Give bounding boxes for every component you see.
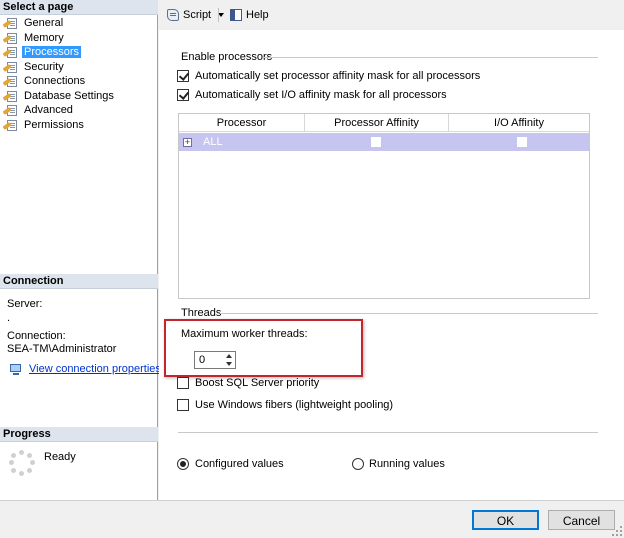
page-wrench-icon — [2, 90, 19, 103]
nav-item-label: Connections — [24, 75, 86, 87]
script-button[interactable]: Script — [166, 6, 225, 24]
running-values-label: Running values — [369, 458, 445, 470]
nav-item-connections[interactable]: Connections — [2, 74, 87, 88]
running-values-radio[interactable] — [352, 458, 364, 470]
boost-priority-checkbox[interactable] — [177, 377, 189, 389]
nav-item-label: Processors — [22, 46, 82, 58]
processor-grid: Processor Processor Affinity I/O Affinit… — [178, 113, 590, 299]
progress-status: Ready — [44, 451, 76, 463]
select-page-header: Select a page — [0, 0, 158, 15]
page-selector-pane: Select a page General Memory Processors … — [0, 0, 161, 500]
view-connection-properties-link[interactable]: View connection properties — [29, 363, 161, 375]
nav-item-security[interactable]: Security — [2, 60, 66, 74]
enable-processors-title: Enable processors — [181, 51, 273, 63]
chevron-up-icon — [225, 354, 232, 358]
auto-affinity-label: Automatically set processor affinity mas… — [195, 70, 481, 82]
nav-item-general[interactable]: General — [2, 16, 65, 30]
expand-plus-icon[interactable]: + — [183, 138, 192, 147]
col-header-processor-affinity[interactable]: Processor Affinity — [305, 114, 449, 132]
windows-fibers-label: Use Windows fibers (lightweight pooling) — [195, 399, 394, 411]
nav-item-label: Database Settings — [24, 90, 114, 102]
group-divider — [178, 432, 598, 433]
nav-item-processors[interactable]: Processors — [2, 45, 82, 59]
auto-affinity-checkbox[interactable] — [177, 70, 189, 82]
nav-item-database-settings[interactable]: Database Settings — [2, 89, 116, 103]
server-value: . — [7, 312, 11, 324]
page-wrench-icon — [2, 32, 19, 45]
page-wrench-icon — [2, 17, 19, 30]
windows-fibers-checkbox[interactable] — [177, 399, 189, 411]
processor-affinity-checkbox[interactable] — [371, 137, 381, 147]
auto-io-affinity-checkbox[interactable] — [177, 89, 189, 101]
cancel-button[interactable]: Cancel — [548, 510, 615, 530]
server-label: Server: — [7, 298, 43, 310]
nav-item-permissions[interactable]: Permissions — [2, 118, 86, 132]
progress-header: Progress — [0, 427, 158, 442]
col-header-processor[interactable]: Processor — [179, 114, 305, 132]
io-affinity-checkbox[interactable] — [517, 137, 527, 147]
help-book-icon — [229, 8, 243, 22]
group-divider — [264, 57, 598, 58]
nav-item-label: General — [24, 17, 64, 29]
nav-item-memory[interactable]: Memory — [2, 31, 66, 45]
group-divider — [220, 313, 598, 314]
configured-values-radio[interactable] — [177, 458, 189, 470]
page-wrench-icon — [2, 46, 19, 59]
max-worker-threads-label: Maximum worker threads: — [181, 328, 308, 340]
help-label: Help — [246, 9, 269, 21]
nav-item-label: Advanced — [24, 104, 73, 116]
script-label: Script — [183, 9, 212, 21]
nav-item-label: Permissions — [24, 119, 84, 131]
processor-name: ALL — [203, 136, 223, 148]
connection-header: Connection — [0, 274, 158, 289]
help-button[interactable]: Help — [229, 6, 269, 24]
nav-item-advanced[interactable]: Advanced — [2, 103, 75, 117]
spin-up-button[interactable] — [222, 352, 235, 360]
resize-grip-icon[interactable] — [612, 526, 622, 536]
page-wrench-icon — [2, 61, 19, 74]
max-worker-threads-spinner[interactable] — [222, 352, 235, 368]
chevron-down-icon[interactable] — [218, 13, 225, 17]
connection-label: Connection: — [7, 330, 66, 342]
auto-io-affinity-label: Automatically set I/O affinity mask for … — [195, 89, 447, 101]
table-row[interactable]: + ALL — [179, 133, 589, 151]
progress-spinner-icon — [9, 450, 35, 476]
ok-button[interactable]: OK — [472, 510, 539, 530]
configured-values-label: Configured values — [195, 458, 284, 470]
chevron-down-icon — [225, 362, 232, 366]
toolbar-separator — [218, 8, 219, 22]
page-wrench-icon — [2, 119, 19, 132]
boost-priority-label: Boost SQL Server priority — [195, 377, 320, 389]
script-icon — [166, 8, 180, 22]
nav-item-label: Security — [24, 61, 64, 73]
spin-down-button[interactable] — [222, 360, 235, 368]
nav-item-label: Memory — [24, 32, 64, 44]
page-wrench-icon — [2, 75, 19, 88]
page-wrench-icon — [2, 104, 19, 117]
connection-value: SEA-TM\Administrator — [7, 343, 117, 355]
threads-title: Threads — [181, 307, 222, 319]
connection-properties-icon — [8, 364, 23, 376]
col-header-io-affinity[interactable]: I/O Affinity — [449, 114, 589, 132]
